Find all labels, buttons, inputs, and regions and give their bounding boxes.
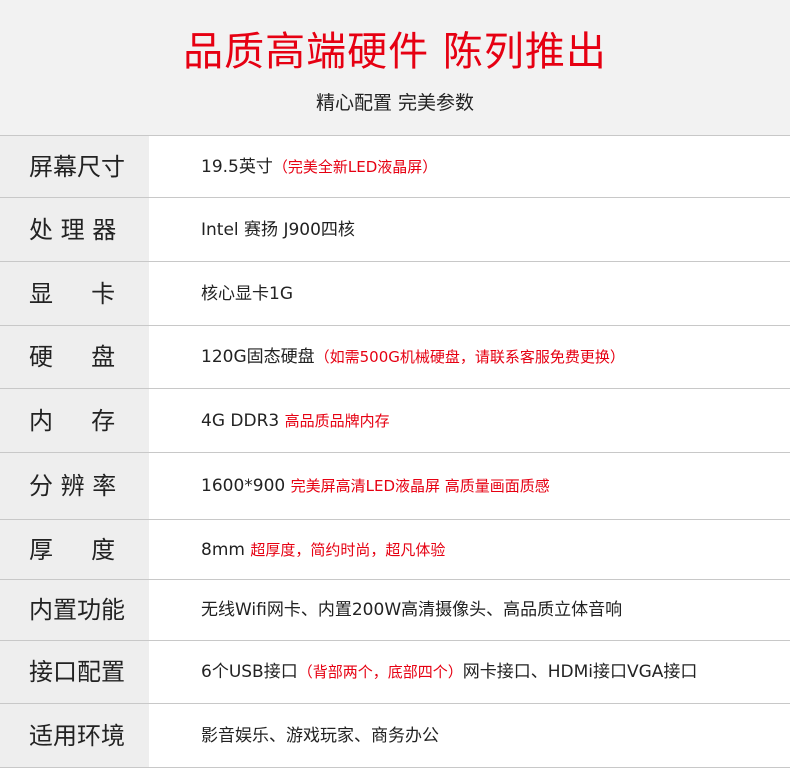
spec-label-cell: 硬 盘: [0, 326, 149, 388]
spec-value-text: 1600*900: [201, 476, 291, 496]
spec-label-cell: 内 存: [0, 389, 149, 452]
page-title: 品质高端硬件 陈列推出: [183, 29, 607, 75]
spec-label-cell: 适用环境: [0, 704, 149, 767]
spec-note: 超厚度，简约时尚，超凡体验: [250, 540, 446, 559]
spec-value: 120G固态硬盘（如需500G机械硬盘，请联系客服免费更换）: [201, 345, 780, 369]
spec-label-cell: 处 理 器: [0, 198, 149, 261]
spec-extra: 网卡接口、HDMi接口VGA接口: [462, 662, 698, 682]
spec-row-screen-size: 屏幕尺寸 19.5英寸（完美全新LED液晶屏）: [0, 135, 790, 197]
spec-label: 厚 度: [29, 535, 116, 564]
page-subtitle: 精心配置 完美参数: [315, 92, 475, 114]
spec-value: 8mm 超厚度，简约时尚，超凡体验: [201, 538, 780, 562]
spec-note: 高品质品牌内存: [284, 411, 390, 430]
spec-note: （如需500G机械硬盘，请联系客服免费更换）: [314, 348, 625, 366]
spec-value-text: 无线Wifi网卡、内置200W高清摄像头、高品质立体音响: [201, 600, 623, 620]
spec-value-text: 4G DDR3: [201, 410, 285, 431]
spec-table: 屏幕尺寸 19.5英寸（完美全新LED液晶屏） 处 理 器 Intel 赛扬 J…: [0, 135, 790, 781]
spec-label: 接口配置: [29, 658, 125, 686]
spec-label: 处 理 器: [29, 215, 117, 244]
spec-row-resolution: 分 辨 率 1600*900 完美屏高清LED液晶屏 高质量画面质感: [0, 452, 790, 519]
spec-value-text: 核心显卡1G: [201, 283, 293, 304]
spec-value: 19.5英寸（完美全新LED液晶屏）: [201, 155, 780, 179]
spec-row-processor: 处 理 器 Intel 赛扬 J900四核: [0, 197, 790, 261]
spec-value: 1600*900 完美屏高清LED液晶屏 高质量画面质感: [201, 474, 780, 498]
spec-label-cell: 厚 度: [0, 520, 149, 579]
spec-row-graphics: 显 卡 核心显卡1G: [0, 261, 790, 325]
spec-label-cell: 接口配置: [0, 641, 149, 703]
spec-value: 影音娱乐、游戏玩家、商务办公: [201, 724, 780, 748]
spec-value: 核心显卡1G: [201, 282, 780, 306]
spec-value-text: 120G固态硬盘: [201, 347, 315, 367]
spec-row-interfaces: 接口配置 6个USB接口（背部两个，底部四个）网卡接口、HDMi接口VGA接口: [0, 640, 790, 703]
spec-row-thickness: 厚 度 8mm 超厚度，简约时尚，超凡体验: [0, 519, 790, 579]
spec-value: Intel 赛扬 J900四核: [201, 218, 780, 242]
spec-label: 适用环境: [29, 721, 125, 750]
spec-note: 完美屏高清LED液晶屏 高质量画面质感: [290, 477, 550, 495]
spec-label-cell: 显 卡: [0, 262, 149, 325]
spec-label: 分 辨 率: [29, 472, 117, 500]
spec-label: 屏幕尺寸: [29, 152, 125, 181]
spec-value-text: 8mm: [201, 539, 251, 560]
spec-value: 6个USB接口（背部两个，底部四个）网卡接口、HDMi接口VGA接口: [201, 660, 780, 684]
header-banner: 品质高端硬件 陈列推出 精心配置 完美参数: [0, 0, 790, 135]
spec-label-cell: 内置功能: [0, 580, 149, 640]
spec-value: 无线Wifi网卡、内置200W高清摄像头、高品质立体音响: [201, 598, 780, 622]
table-bottom-divider: [0, 767, 790, 768]
spec-row-memory: 内 存 4G DDR3 高品质品牌内存: [0, 388, 790, 452]
spec-row-built-in-features: 内置功能 无线Wifi网卡、内置200W高清摄像头、高品质立体音响: [0, 579, 790, 640]
spec-label: 显 卡: [29, 279, 116, 308]
spec-label: 内置功能: [29, 596, 125, 624]
spec-label-cell: 屏幕尺寸: [0, 136, 149, 197]
spec-note: （背部两个，底部四个）: [297, 663, 463, 681]
spec-value: 4G DDR3 高品质品牌内存: [201, 409, 780, 433]
spec-value-text: 6个USB接口: [201, 662, 298, 682]
spec-note: （完美全新LED液晶屏）: [272, 157, 438, 176]
spec-value-text: 影音娱乐、游戏玩家、商务办公: [201, 725, 439, 746]
spec-row-use-cases: 适用环境 影音娱乐、游戏玩家、商务办公: [0, 703, 790, 767]
spec-label-cell: 分 辨 率: [0, 453, 149, 519]
spec-value-text: Intel 赛扬 J900四核: [201, 219, 355, 240]
spec-value-text: 19.5英寸: [201, 156, 273, 177]
spec-label: 硬 盘: [29, 343, 116, 371]
spec-row-storage: 硬 盘 120G固态硬盘（如需500G机械硬盘，请联系客服免费更换）: [0, 325, 790, 388]
spec-label: 内 存: [29, 406, 116, 435]
